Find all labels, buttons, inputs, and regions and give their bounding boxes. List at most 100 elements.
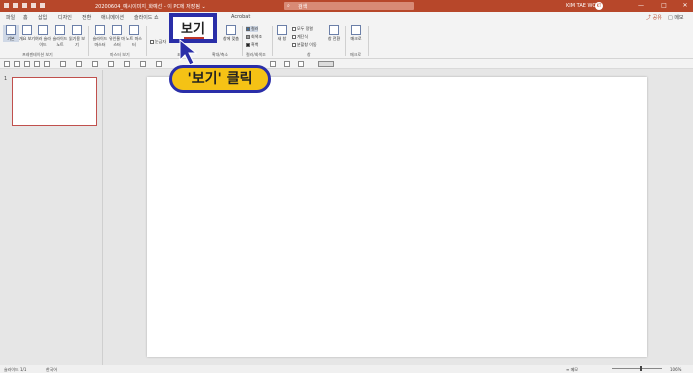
tab-file[interactable]: 파일 — [6, 14, 15, 21]
chart-icon[interactable] — [124, 61, 130, 67]
black-white-swatch — [246, 43, 250, 47]
new-window-button[interactable]: 새 창 — [274, 25, 290, 42]
macros-button[interactable]: 매크로 — [348, 25, 364, 42]
avatar[interactable]: KT — [595, 2, 603, 10]
slide-canvas[interactable] — [147, 77, 647, 357]
work-area: 1 — [0, 70, 693, 365]
notes-master-button[interactable]: 노트 마스터 — [126, 25, 142, 48]
reading-view-icon — [72, 25, 82, 35]
tab-insert[interactable]: 삽입 — [38, 14, 47, 21]
notes-master-icon — [129, 25, 139, 35]
slide-master-button[interactable]: 슬라이드 마스터 — [92, 25, 108, 48]
grid-icon[interactable] — [92, 61, 98, 67]
tab-acrobat[interactable]: Acrobat — [231, 14, 250, 20]
handout-master-label: 유인물 마스터 — [109, 36, 125, 47]
share-button[interactable]: ⤴ 공유 — [646, 14, 662, 21]
presentation-views-label: 프레젠테이션 보기 — [22, 52, 53, 57]
picture-icon[interactable] — [44, 61, 50, 67]
open-icon[interactable] — [34, 61, 40, 67]
document-title[interactable]: 20200604_예시이미지_화예선 - 이 PC에 저장됨 ⌄ — [95, 3, 206, 10]
switch-windows-button[interactable]: 창 전환 — [326, 25, 342, 42]
slide-master-label: 슬라이드 마스터 — [92, 36, 108, 47]
group-separator — [242, 26, 243, 56]
text-box-icon[interactable] — [140, 61, 146, 67]
language-indicator[interactable]: 한국어 — [46, 367, 57, 373]
zoom-slider[interactable] — [612, 368, 662, 369]
maximize-button[interactable]: □ — [659, 2, 669, 10]
black-white-option[interactable]: 흑백 — [246, 42, 258, 48]
zoom-level[interactable]: 106% — [670, 367, 681, 372]
shape-icon[interactable] — [60, 61, 66, 67]
normal-view-icon — [6, 25, 16, 35]
reading-view-button[interactable]: 읽기용 보기 — [69, 25, 85, 48]
table-icon[interactable] — [108, 61, 114, 67]
redo-icon[interactable] — [24, 61, 30, 67]
notes-page-icon — [55, 25, 65, 35]
color-label: 컬러 — [251, 26, 259, 31]
tab-animations[interactable]: 애니메이션 — [101, 14, 124, 21]
search-placeholder: 검색 — [298, 4, 308, 10]
slide-sorter-button[interactable]: 여러 슬라이드 — [35, 25, 51, 48]
close-button[interactable]: ✕ — [680, 2, 690, 10]
fit-window-icon — [226, 25, 236, 35]
search-box[interactable]: ⌕ 검색 — [284, 2, 414, 10]
zoom-slider-thumb[interactable] — [640, 366, 642, 371]
window-group-label: 창 — [307, 52, 311, 57]
normal-view-button[interactable]: 기본 — [3, 25, 19, 42]
undo-icon[interactable] — [14, 61, 20, 67]
notes-toggle[interactable]: ≡ 메모 — [566, 367, 578, 373]
status-bar: 슬라이드 1/1 한국어 ≡ 메모 106% — [0, 365, 693, 373]
arrange-all-icon — [292, 27, 296, 31]
group-separator — [368, 26, 369, 56]
tab-transitions[interactable]: 전환 — [82, 14, 91, 21]
move-split-button[interactable]: 분할창 이동 — [292, 42, 317, 48]
pointer-arrow-icon — [179, 38, 198, 66]
new-window-icon — [277, 25, 287, 35]
handout-master-button[interactable]: 유인물 마스터 — [109, 25, 125, 48]
switch-windows-label: 창 전환 — [327, 36, 341, 41]
quick-access-icons — [4, 3, 45, 8]
macros-icon — [351, 25, 361, 35]
group-separator — [345, 26, 346, 56]
tab-design[interactable]: 디자인 — [58, 14, 72, 21]
save-icon[interactable] — [4, 61, 10, 67]
minimize-button[interactable]: — — [636, 2, 646, 10]
color-swatch — [246, 27, 250, 31]
font-color-icon[interactable] — [156, 61, 162, 67]
group-separator — [88, 26, 89, 56]
move-split-icon — [292, 43, 296, 47]
tab-home[interactable]: 홈 — [23, 14, 28, 21]
tab-slideshow[interactable]: 슬라이드 쇼 — [134, 14, 159, 21]
slide-number: 1 — [4, 76, 8, 82]
comments-button[interactable]: □ 메모 — [668, 14, 684, 21]
powerpoint-window: 20200604_예시이미지_화예선 - 이 PC에 저장됨 ⌄ ⌕ 검색 KI… — [0, 0, 693, 373]
outline-view-button[interactable]: 개요 보기 — [19, 25, 35, 42]
master-views-label: 마스터 보기 — [110, 52, 130, 57]
notes-page-label: 슬라이드 노트 — [52, 36, 68, 47]
title-bar: 20200604_예시이미지_화예선 - 이 PC에 저장됨 ⌄ ⌕ 검색 KI… — [0, 0, 693, 12]
slide-sorter-label: 여러 슬라이드 — [35, 36, 51, 47]
grayscale-option[interactable]: 회색조 — [246, 34, 262, 40]
notes-master-label: 노트 마스터 — [126, 36, 142, 47]
slide-thumbnail[interactable] — [12, 77, 97, 126]
reading-view-label: 읽기용 보기 — [69, 36, 85, 47]
cascade-button[interactable]: 계단식 — [292, 34, 308, 40]
numbering-icon[interactable] — [298, 61, 304, 67]
font-size-dropdown[interactable] — [318, 61, 334, 67]
click-instruction-label: '보기' 클릭 — [169, 65, 271, 93]
align-icon[interactable] — [76, 61, 82, 67]
quick-access-toolbar[interactable] — [4, 3, 64, 9]
arrange-all-label: 모두 정렬 — [297, 26, 313, 31]
slide-master-icon — [95, 25, 105, 35]
grayscale-swatch — [246, 35, 250, 39]
normal-view-label: 기본 — [7, 36, 15, 41]
zoom-group-label: 확대/축소 — [212, 52, 229, 57]
arrange-all-button[interactable]: 모두 정렬 — [292, 26, 313, 32]
ruler-checkbox[interactable]: 눈금자 — [150, 39, 166, 45]
color-option[interactable]: 컬러 — [246, 26, 259, 32]
fit-to-window-button[interactable]: 창에 맞춤 — [223, 25, 239, 42]
bullet-icon[interactable] — [284, 61, 290, 67]
macros-group-label: 매크로 — [350, 52, 362, 57]
notes-page-button[interactable]: 슬라이드 노트 — [52, 25, 68, 48]
format-icon[interactable] — [270, 61, 276, 67]
